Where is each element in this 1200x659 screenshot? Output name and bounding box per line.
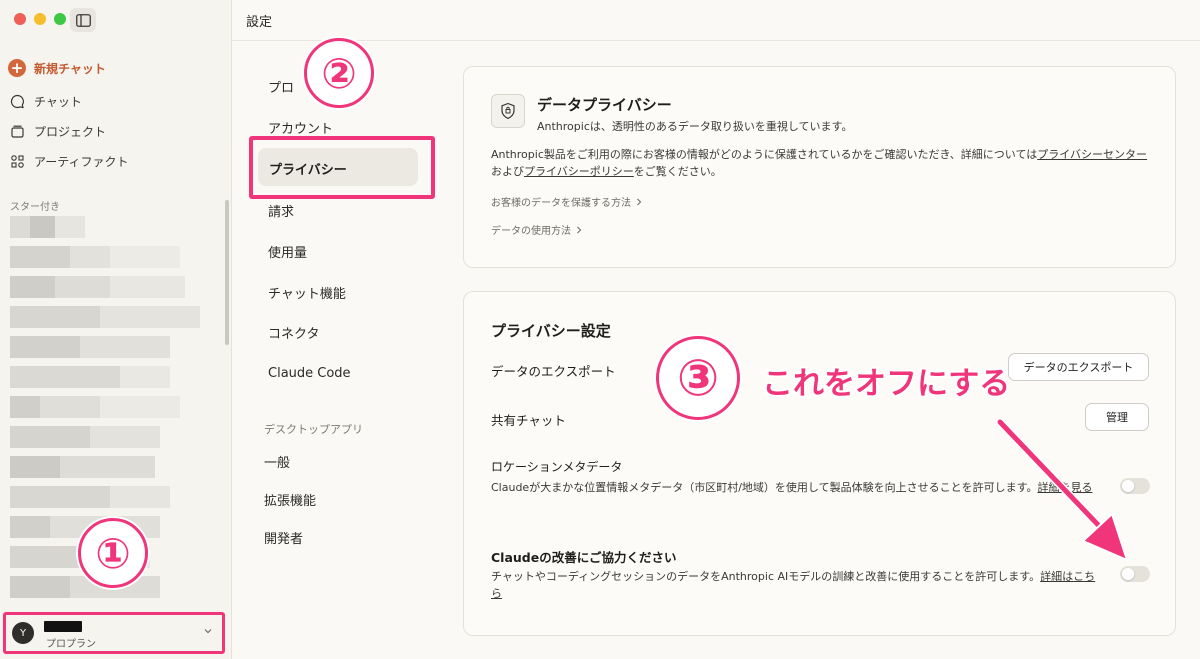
plus-icon: + xyxy=(8,59,26,77)
chevron-down-icon xyxy=(204,629,212,634)
minimize-window-button[interactable] xyxy=(34,13,46,25)
maximize-window-button[interactable] xyxy=(54,13,66,25)
list-item[interactable] xyxy=(10,276,206,298)
data-privacy-title: データプライバシー xyxy=(537,96,672,114)
privacy-policy-link[interactable]: プライバシーポリシー xyxy=(524,165,634,178)
improve-claude-toggle[interactable] xyxy=(1120,566,1150,582)
sidebar-icon xyxy=(75,13,91,27)
sidebar-toggle-button[interactable] xyxy=(70,8,96,32)
list-item[interactable] xyxy=(10,246,206,268)
menu-item-account[interactable]: アカウント xyxy=(268,118,333,137)
privacy-settings-card: プライバシー設定 データのエクスポート データのエクスポート 共有チャット 管理… xyxy=(463,291,1176,636)
description-text: チャットやコーディングセッションのデータをAnthropic AIモデルの訓練と… xyxy=(491,570,1041,583)
manage-button[interactable]: 管理 xyxy=(1085,403,1149,431)
data-export-button[interactable]: データのエクスポート xyxy=(1008,353,1149,381)
list-item[interactable] xyxy=(10,216,206,238)
new-chat-label: 新規チャット xyxy=(34,61,106,76)
window-controls xyxy=(14,13,66,25)
user-account-menu[interactable]: Y プロプラン xyxy=(3,612,225,654)
shield-icon xyxy=(491,94,525,128)
artifacts-icon xyxy=(8,152,26,170)
data-privacy-subtitle: Anthropicは、透明性のあるデータ取り扱いを重視しています。 xyxy=(537,120,853,133)
menu-item-usage[interactable]: 使用量 xyxy=(268,242,307,261)
annotation-highlight-privacy xyxy=(249,136,435,199)
menu-item-claude-code[interactable]: Claude Code xyxy=(268,366,351,381)
close-window-button[interactable] xyxy=(14,13,26,25)
folder-icon xyxy=(8,122,26,140)
list-item[interactable] xyxy=(10,456,206,478)
menu-item-profile[interactable]: プロ xyxy=(268,77,294,96)
header-divider xyxy=(232,40,1200,41)
shared-chats-label: 共有チャット xyxy=(491,413,566,428)
data-privacy-card: データプライバシー Anthropicは、透明性のあるデータ取り扱いを重視してい… xyxy=(463,66,1176,268)
annotation-step-1: ① xyxy=(78,518,148,588)
user-name-redacted xyxy=(44,621,82,632)
annotation-step-3: ③ xyxy=(656,336,740,420)
data-export-label: データのエクスポート xyxy=(491,364,616,379)
list-item[interactable] xyxy=(10,426,206,448)
toggle-knob xyxy=(1122,480,1134,492)
menu-item-extensions[interactable]: 拡張機能 xyxy=(264,490,316,509)
link-label: データの使用方法 xyxy=(491,226,571,237)
sidebar-scrollbar[interactable] xyxy=(225,200,229,345)
chat-bubble-icon xyxy=(8,92,26,110)
sidebar-item-chat[interactable]: チャット xyxy=(8,88,82,114)
menu-item-general[interactable]: 一般 xyxy=(264,452,290,471)
sidebar-item-label: プロジェクト xyxy=(34,124,107,139)
starred-section-label: スター付き xyxy=(10,202,60,213)
toggle-knob xyxy=(1122,568,1134,580)
location-metadata-description: Claudeが大まかな位置情報メタデータ（市区町村/地域）を使用して製品体験を向… xyxy=(491,479,1101,496)
location-metadata-toggle[interactable] xyxy=(1120,478,1150,494)
sidebar-item-artifacts[interactable]: アーティファクト xyxy=(8,148,129,174)
list-item[interactable] xyxy=(10,306,206,328)
list-item[interactable] xyxy=(10,336,206,358)
sidebar-item-projects[interactable]: プロジェクト xyxy=(8,118,106,144)
privacy-center-link[interactable]: プライバシーセンター xyxy=(1037,148,1147,161)
improve-claude-description: チャットやコーディングセッションのデータをAnthropic AIモデルの訓練と… xyxy=(491,568,1101,602)
location-learn-more-link[interactable]: 詳細を見る xyxy=(1037,481,1092,494)
list-item[interactable] xyxy=(10,396,206,418)
privacy-settings-title: プライバシー設定 xyxy=(491,322,611,340)
chevron-right-icon xyxy=(637,198,642,205)
location-metadata-label: ロケーションメタデータ xyxy=(491,460,623,474)
description-text: をご覧ください。 xyxy=(633,165,722,178)
annotation-step-2: ② xyxy=(304,38,374,108)
link-label: お客様のデータを保護する方法 xyxy=(491,198,631,209)
improve-claude-label: Claudeの改善にご協力ください xyxy=(491,550,677,565)
menu-group-desktop-app: デスクトップアプリ xyxy=(264,423,363,436)
data-usage-link[interactable]: データの使用方法 xyxy=(491,222,582,237)
chevron-right-icon xyxy=(577,226,582,233)
data-privacy-description: Anthropic製品をご利用の際にお客様の情報がどのように保護されているかをご… xyxy=(491,146,1156,180)
menu-item-billing[interactable]: 請求 xyxy=(268,201,294,220)
user-plan-label: プロプラン xyxy=(46,639,96,650)
new-chat-button[interactable]: + 新規チャット xyxy=(8,55,106,81)
menu-item-chat-features[interactable]: チャット機能 xyxy=(268,283,346,302)
description-text: Anthropic製品をご利用の際にお客様の情報がどのように保護されているかをご… xyxy=(491,148,1038,161)
sidebar-item-label: アーティファクト xyxy=(34,154,129,169)
list-item[interactable] xyxy=(10,486,206,508)
description-text: Claudeが大まかな位置情報メタデータ（市区町村/地域）を使用して製品体験を向… xyxy=(491,481,1038,494)
protect-data-link[interactable]: お客様のデータを保護する方法 xyxy=(491,194,642,209)
annotation-instruction: これをオフにする xyxy=(762,366,1011,402)
page-title: 設定 xyxy=(246,15,273,30)
avatar: Y xyxy=(12,622,34,644)
menu-item-connectors[interactable]: コネクタ xyxy=(268,323,319,342)
list-item[interactable] xyxy=(10,366,206,388)
menu-item-developer[interactable]: 開発者 xyxy=(264,528,303,547)
sidebar-item-label: チャット xyxy=(34,94,82,109)
description-text: および xyxy=(491,165,524,178)
